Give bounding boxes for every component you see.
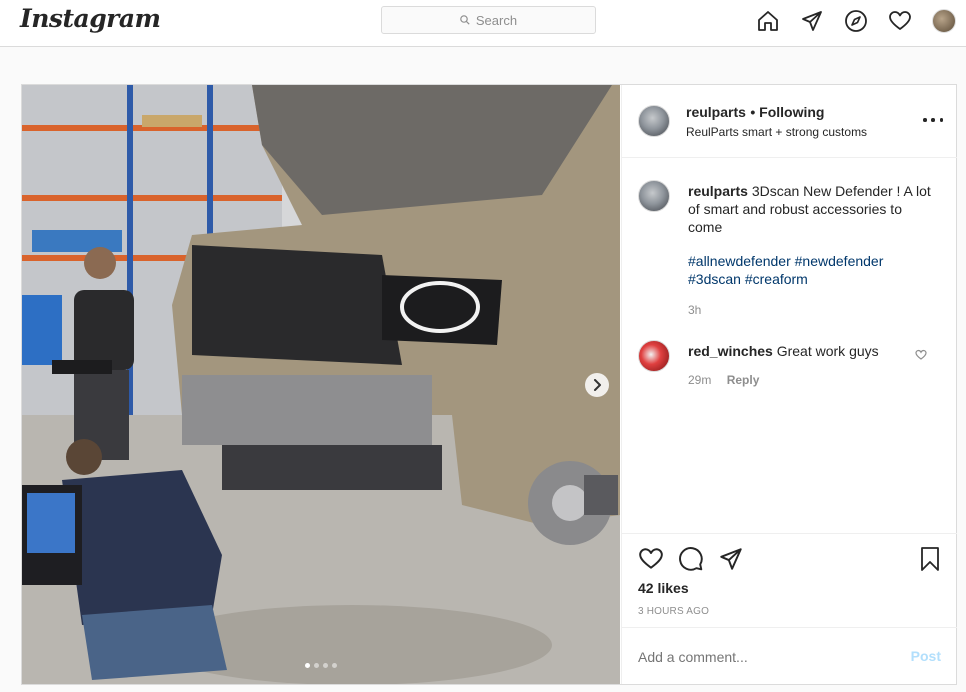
post-card: reulparts • Following ReulParts smart + … (21, 84, 957, 685)
search-icon (460, 15, 470, 25)
carousel-dots (303, 663, 339, 668)
search-input[interactable]: Search (381, 6, 596, 34)
hashtag-link[interactable]: #creaform (745, 271, 808, 287)
reply-button[interactable]: Reply (727, 373, 760, 387)
profile-avatar[interactable] (932, 9, 956, 33)
instagram-logo[interactable]: Instagram (20, 4, 161, 33)
carousel-dot[interactable] (323, 663, 328, 668)
post-time-ago[interactable]: 3 HOURS AGO (638, 606, 709, 617)
more-options-icon[interactable] (923, 113, 943, 127)
direct-icon[interactable] (800, 9, 824, 33)
post-header: reulparts • Following ReulParts smart + … (622, 85, 957, 158)
comment-icon[interactable] (678, 546, 704, 577)
caption-hashtags: #allnewdefender #newdefender #3dscan #cr… (688, 252, 938, 288)
author-avatar[interactable] (638, 105, 670, 137)
share-icon[interactable] (718, 546, 744, 577)
hashtag-link[interactable]: #3dscan (688, 271, 741, 287)
caption-author-avatar[interactable] (638, 180, 670, 212)
author-username[interactable]: reulparts (686, 104, 746, 120)
comment-text-block: red_winches Great work guys (688, 342, 908, 360)
caption-username[interactable]: reulparts (688, 183, 748, 199)
carousel-dot[interactable] (332, 663, 337, 668)
hashtag-link[interactable]: #newdefender (795, 253, 884, 269)
home-icon[interactable] (756, 9, 780, 33)
post-side-panel: reulparts • Following ReulParts smart + … (621, 85, 957, 684)
comment-time[interactable]: 29m (688, 373, 711, 387)
activity-icon[interactable] (888, 9, 912, 33)
save-bookmark-icon[interactable] (918, 546, 942, 577)
comments-section: reulparts 3Dscan New Defender ! A lot of… (622, 158, 957, 533)
search-placeholder: Search (475, 12, 518, 28)
add-comment-input[interactable] (638, 647, 888, 667)
comment-meta: 29m Reply (688, 373, 759, 387)
top-navbar: Instagram Search (0, 0, 966, 47)
author-subtitle: ReulParts smart + strong customs (686, 125, 868, 139)
post-comment-button[interactable]: Post (911, 648, 941, 664)
carousel-dot[interactable] (305, 663, 310, 668)
post-actions: 42 likes 3 HOURS AGO (622, 533, 957, 628)
carousel-dot[interactable] (314, 663, 319, 668)
add-comment-bar: Post (622, 627, 957, 685)
hashtag-link[interactable]: #allnewdefender (688, 253, 791, 269)
chevron-right-icon (594, 379, 601, 391)
nav-icons (736, 8, 956, 34)
comment-text: Great work guys (776, 343, 879, 359)
explore-icon[interactable] (844, 9, 868, 33)
like-icon[interactable] (638, 546, 664, 577)
likes-count[interactable]: 42 likes (638, 580, 689, 596)
comment-like-icon[interactable] (915, 348, 927, 366)
comment-username[interactable]: red_winches (688, 343, 773, 359)
carousel-next-button[interactable] (585, 373, 609, 397)
following-label[interactable]: • Following (750, 104, 824, 120)
photo-illustration (22, 85, 620, 684)
post-photo[interactable] (22, 85, 620, 684)
caption-time[interactable]: 3h (688, 303, 701, 317)
commenter-avatar[interactable] (638, 340, 670, 372)
user-avatar (932, 9, 956, 33)
caption-text-block: reulparts 3Dscan New Defender ! A lot of… (688, 182, 938, 236)
